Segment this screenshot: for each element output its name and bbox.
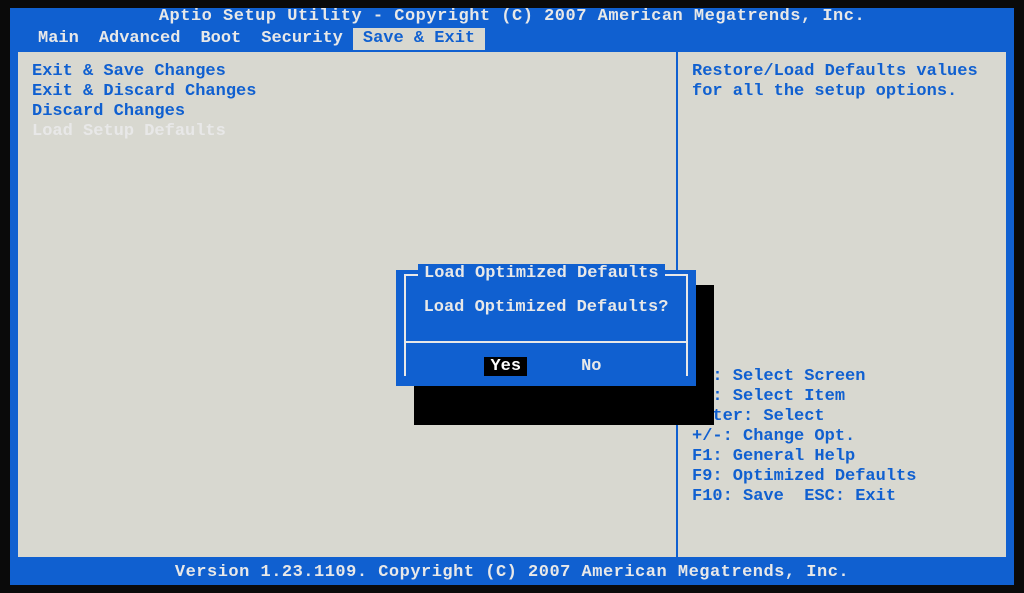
option-exit-save[interactable]: Exit & Save Changes: [32, 62, 662, 82]
help-line: for all the setup options.: [692, 82, 992, 102]
dialog-title: Load Optimized Defaults: [418, 264, 665, 283]
hint-enter: Enter: Select: [692, 407, 992, 427]
option-exit-discard[interactable]: Exit & Discard Changes: [32, 82, 662, 102]
help-pane: Restore/Load Defaults values for all the…: [676, 50, 1008, 559]
help-line: Restore/Load Defaults values: [692, 62, 992, 82]
dialog-frame: Load Optimized Defaults Load Optimized D…: [404, 274, 688, 341]
dialog-yes-button[interactable]: Yes: [484, 357, 527, 376]
hint-save-exit: F10: Save ESC: Exit: [692, 487, 992, 507]
menu-boot[interactable]: Boot: [190, 28, 251, 50]
app-title: Aptio Setup Utility - Copyright (C) 2007…: [159, 7, 865, 26]
confirm-dialog: Load Optimized Defaults Load Optimized D…: [396, 270, 696, 386]
menu-main[interactable]: Main: [28, 28, 89, 50]
option-discard[interactable]: Discard Changes: [32, 102, 662, 122]
hint-select-screen: →←: Select Screen: [692, 367, 992, 387]
bios-screen: Aptio Setup Utility - Copyright (C) 2007…: [10, 8, 1014, 585]
title-bar: Aptio Setup Utility - Copyright (C) 2007…: [10, 8, 1014, 28]
menu-save-exit[interactable]: Save & Exit: [353, 28, 485, 50]
hint-change-opt: +/-: Change Opt.: [692, 427, 992, 447]
dialog-no-button[interactable]: No: [575, 357, 607, 376]
content-area: Exit & Save Changes Exit & Discard Chang…: [16, 50, 1008, 559]
footer-bar: Version 1.23.1109. Copyright (C) 2007 Am…: [10, 563, 1014, 585]
option-load-defaults[interactable]: Load Setup Defaults: [32, 122, 662, 142]
menu-security[interactable]: Security: [251, 28, 353, 50]
dialog-buttons: Yes No: [404, 343, 688, 376]
dialog-message: Load Optimized Defaults?: [406, 276, 686, 331]
help-text: Restore/Load Defaults values for all the…: [692, 62, 992, 102]
hint-select-item: ↑↓: Select Item: [692, 387, 992, 407]
hint-optimized-defaults: F9: Optimized Defaults: [692, 467, 992, 487]
menu-bar: Main Advanced Boot Security Save & Exit: [10, 28, 1014, 50]
hint-general-help: F1: General Help: [692, 447, 992, 467]
footer-text: Version 1.23.1109. Copyright (C) 2007 Am…: [175, 563, 849, 582]
key-hints: →←: Select Screen ↑↓: Select Item Enter:…: [692, 367, 992, 507]
menu-advanced[interactable]: Advanced: [89, 28, 191, 50]
